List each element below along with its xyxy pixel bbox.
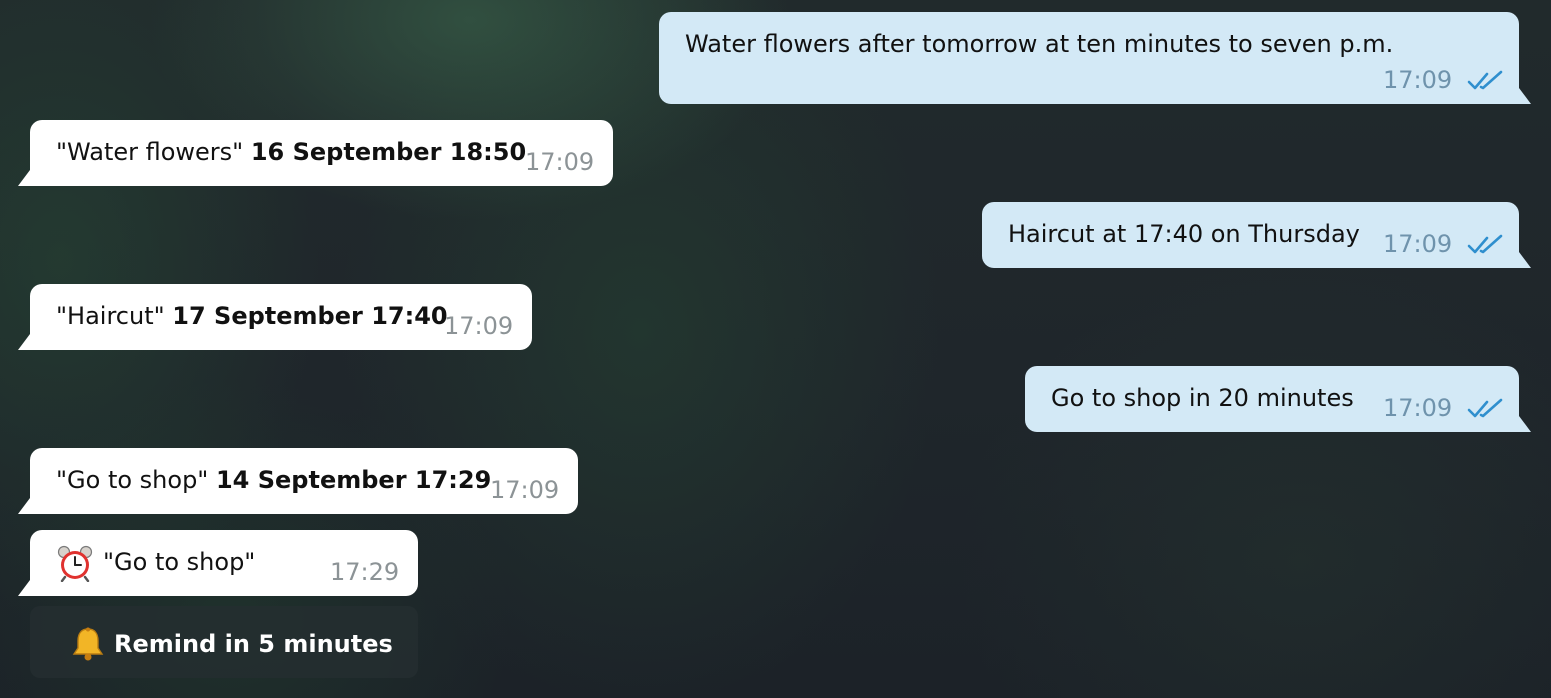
message-quoted-title: "Water flowers"	[56, 138, 244, 166]
message-date: 16 September 18:50	[250, 138, 527, 166]
message-time: 17:09	[490, 476, 560, 504]
message-text: "Go to shop"	[103, 548, 256, 576]
message-text: "Haircut" 17 September 17:40	[56, 302, 448, 330]
outgoing-message[interactable]: Haircut at 17:40 on Thursday 17:09	[982, 202, 1519, 268]
message-text: "Go to shop" 14 September 17:29	[56, 466, 491, 494]
message-time: 17:09	[444, 312, 514, 340]
alarm-clock-icon	[57, 545, 93, 582]
outgoing-message[interactable]: Water flowers after tomorrow at ten minu…	[659, 12, 1519, 104]
message-time: 17:09	[1383, 66, 1453, 94]
double-check-icon	[1467, 234, 1503, 254]
double-check-icon	[1467, 70, 1503, 90]
message-text: Water flowers after tomorrow at ten minu…	[685, 30, 1394, 58]
message-time: 17:09	[525, 148, 595, 176]
message-time: 17:09	[1383, 394, 1453, 422]
message-time: 17:29	[330, 558, 400, 586]
message-time: 17:09	[1383, 230, 1453, 258]
message-date: 17 September 17:40	[172, 302, 448, 330]
message-text: Haircut at 17:40 on Thursday	[1008, 220, 1360, 248]
double-check-icon	[1467, 398, 1503, 418]
remind-in-5-minutes-button[interactable]: Remind in 5 minutes	[30, 606, 418, 678]
outgoing-message[interactable]: Go to shop in 20 minutes 17:09	[1025, 366, 1519, 432]
reminder-message[interactable]: "Go to shop" 17:29	[30, 530, 418, 596]
message-date: 14 September 17:29	[215, 466, 492, 494]
incoming-message[interactable]: "Haircut" 17 September 17:40 17:09	[30, 284, 532, 350]
message-quoted-title: "Go to shop"	[56, 466, 209, 494]
bell-icon	[72, 627, 104, 661]
message-text: "Water flowers" 16 September 18:50	[56, 138, 526, 166]
incoming-message[interactable]: "Go to shop" 14 September 17:29 17:09	[30, 448, 578, 514]
message-text: Go to shop in 20 minutes	[1051, 384, 1354, 412]
message-quoted-title: "Haircut"	[56, 302, 165, 330]
button-label: Remind in 5 minutes	[114, 630, 393, 658]
incoming-message[interactable]: "Water flowers" 16 September 18:50 17:09	[30, 120, 613, 186]
